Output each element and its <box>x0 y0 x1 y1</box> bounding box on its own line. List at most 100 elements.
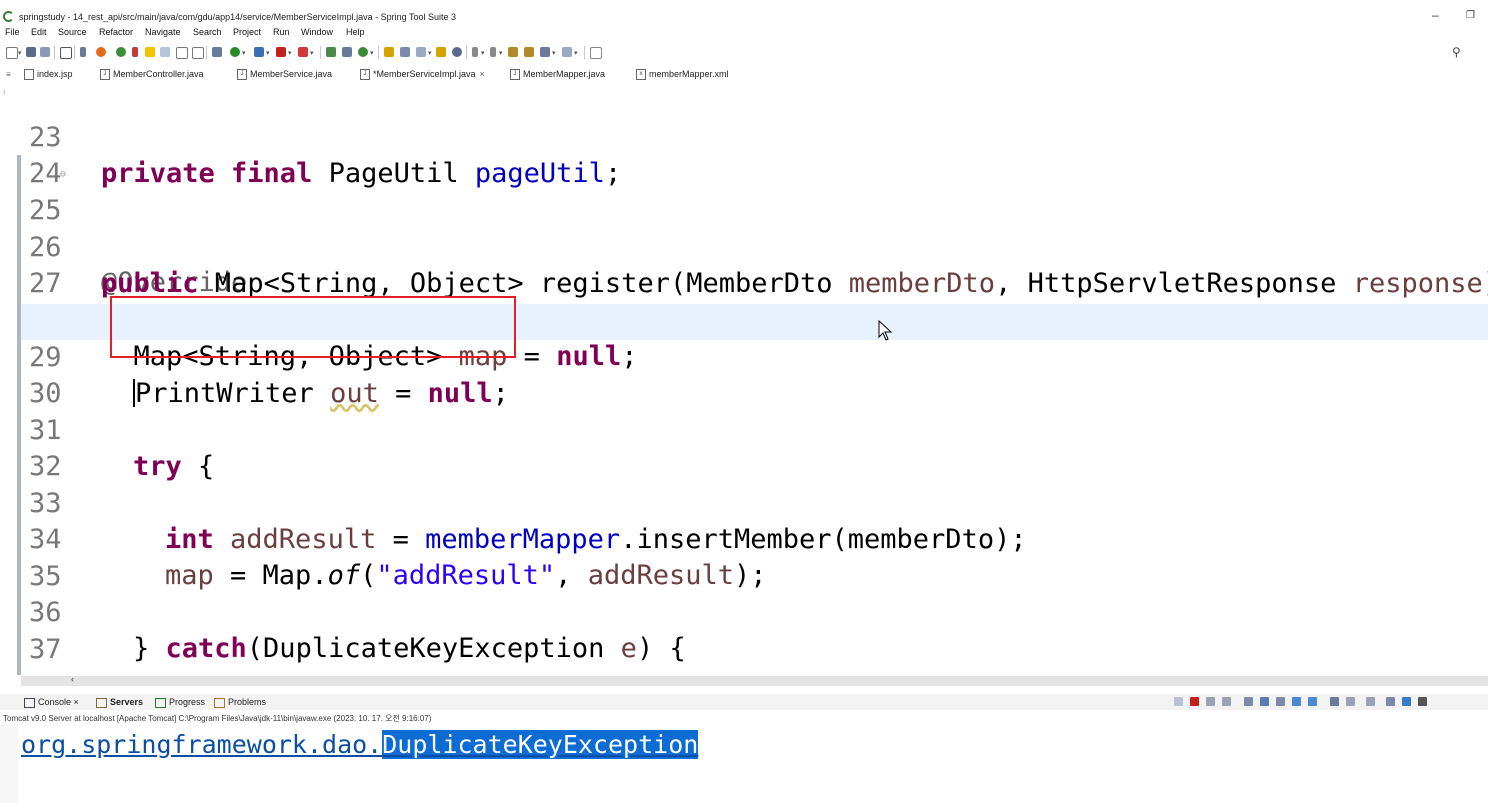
java-file-icon: J <box>100 69 110 81</box>
menu-run[interactable]: Run <box>273 27 290 37</box>
new-console-icon[interactable] <box>1366 697 1375 706</box>
history-icon[interactable] <box>524 47 534 57</box>
menu-project[interactable]: Project <box>233 27 261 37</box>
new-icon[interactable] <box>6 47 18 59</box>
close-icon[interactable]: × <box>480 69 485 79</box>
chevron-down-icon[interactable]: ▾ <box>242 49 246 57</box>
menu-help[interactable]: Help <box>346 27 365 37</box>
menu-refactor[interactable]: Refactor <box>99 27 133 37</box>
skip-breakpoints-icon[interactable] <box>80 47 86 57</box>
show-on-output-icon[interactable] <box>1292 697 1301 706</box>
chevron-down-icon[interactable]: ▾ <box>574 49 578 57</box>
line-number: 38 <box>29 668 69 674</box>
minimize-icon[interactable]: – <box>1432 8 1439 22</box>
word-wrap-icon[interactable] <box>1276 697 1285 706</box>
horizontal-scrollbar[interactable]: ‹ <box>21 674 1488 686</box>
scroll-lock-icon[interactable] <box>1260 697 1269 706</box>
search-tool-icon[interactable] <box>416 47 426 57</box>
exception-class-link[interactable]: DuplicateKeyException <box>382 730 699 759</box>
new-class-icon[interactable] <box>358 47 368 57</box>
code-editor[interactable]: 23 private final PageUtil pageUtil; 24 2… <box>21 84 1488 674</box>
menu-file[interactable]: File <box>5 27 20 37</box>
back-icon[interactable] <box>540 47 550 57</box>
tab-label: MemberMapper.java <box>523 69 606 79</box>
show-on-error-icon[interactable] <box>1308 697 1317 706</box>
coverage-icon[interactable] <box>298 47 308 57</box>
terminate-icon[interactable] <box>1190 697 1199 706</box>
menu-navigate[interactable]: Navigate <box>145 27 181 37</box>
chevron-down-icon[interactable]: ▾ <box>481 49 485 57</box>
tab-progress[interactable]: Progress <box>155 697 205 708</box>
tab-index-jsp[interactable]: index.jsp <box>24 67 73 84</box>
pin-editor-icon[interactable] <box>590 47 602 59</box>
terminate-icon[interactable] <box>276 47 286 57</box>
code-line: 23 private final PageUtil pageUtil; <box>21 84 1488 189</box>
new-java-project-icon[interactable] <box>326 47 336 57</box>
console-output[interactable]: org.springframework.dao.DuplicateKeyExce… <box>21 730 699 759</box>
toggle-icon[interactable] <box>192 47 204 59</box>
console-icon[interactable] <box>60 47 72 59</box>
chevron-down-icon[interactable]: ▾ <box>428 49 432 57</box>
save-all-icon[interactable] <box>40 47 50 57</box>
close-icon[interactable]: × <box>74 697 79 707</box>
clear-console-icon[interactable] <box>1244 697 1253 706</box>
gear-icon[interactable] <box>1418 697 1427 706</box>
task-icon[interactable] <box>160 47 170 57</box>
menu-source[interactable]: Source <box>58 27 87 37</box>
tab-list-icon[interactable]: ≡ <box>6 67 11 84</box>
remove-launch-icon[interactable] <box>1206 697 1215 706</box>
remove-all-icon[interactable] <box>1222 697 1231 706</box>
search-icon[interactable]: ⚲ <box>1452 45 1461 59</box>
chevron-down-icon[interactable]: ▾ <box>499 49 503 57</box>
fold-icon[interactable]: ⊖ <box>60 157 66 193</box>
prev-annotation-icon[interactable] <box>490 47 496 57</box>
open-task-icon[interactable] <box>400 47 410 57</box>
chevron-down-icon[interactable]: ▾ <box>552 49 556 57</box>
tab-member-mapper[interactable]: J MemberMapper.java <box>510 67 605 84</box>
pin-console-icon[interactable] <box>1174 697 1183 706</box>
tab-member-mapper-xml[interactable]: x memberMapper.xml <box>636 67 729 84</box>
java-file-icon: J <box>360 69 370 81</box>
save-icon[interactable] <box>26 47 36 57</box>
exception-package[interactable]: org.springframework.dao. <box>21 730 382 759</box>
highlight-icon[interactable] <box>145 47 155 57</box>
chevron-down-icon[interactable]: ▾ <box>18 49 22 57</box>
tab-servers[interactable]: Servers <box>96 697 143 708</box>
open-folder-icon[interactable] <box>436 47 446 57</box>
annotation-icon[interactable] <box>176 47 188 59</box>
console-icon <box>24 697 35 708</box>
link-icon[interactable] <box>1402 697 1411 706</box>
tab-member-service[interactable]: J MemberService.java <box>237 67 332 84</box>
debug-icon[interactable] <box>132 47 138 57</box>
web-browser-icon[interactable] <box>452 47 462 57</box>
open-type-icon[interactable] <box>384 47 394 57</box>
menu-search[interactable]: Search <box>193 27 222 37</box>
last-edit-icon[interactable] <box>508 47 518 57</box>
menu-edit[interactable]: Edit <box>31 27 47 37</box>
next-annotation-icon[interactable] <box>472 47 478 57</box>
chevron-down-icon[interactable]: ▾ <box>288 49 292 57</box>
tab-problems[interactable]: Problems <box>214 697 266 708</box>
external-tools-icon[interactable] <box>212 47 222 57</box>
tab-label: MemberService.java <box>250 69 333 79</box>
forward-icon[interactable] <box>562 47 572 57</box>
chevron-down-icon[interactable]: ▾ <box>266 49 270 57</box>
run-icon[interactable] <box>230 47 240 57</box>
open-console-icon[interactable] <box>1330 697 1339 706</box>
stop-icon[interactable] <box>96 47 106 57</box>
tab-console[interactable]: Console × <box>24 697 79 708</box>
boot-dashboard-icon[interactable] <box>116 47 126 57</box>
debug-run-icon[interactable] <box>254 47 264 57</box>
menu-window[interactable]: Window <box>301 27 333 37</box>
scroll-left-icon[interactable]: ‹ <box>71 674 74 684</box>
minimize-view-icon[interactable] <box>1386 697 1395 706</box>
new-package-icon[interactable] <box>342 47 352 57</box>
display-console-icon[interactable] <box>1346 697 1355 706</box>
servers-icon <box>96 697 107 708</box>
chevron-down-icon[interactable]: ▾ <box>370 49 374 57</box>
server-status-line: Tomcat v9.0 Server at localhost [Apache … <box>3 714 432 723</box>
tab-member-controller[interactable]: J MemberController.java <box>100 67 204 84</box>
tab-member-service-impl[interactable]: J *MemberServiceImpl.java × <box>360 67 485 84</box>
chevron-down-icon[interactable]: ▾ <box>310 49 314 57</box>
restore-icon[interactable]: ❐ <box>1466 10 1475 21</box>
